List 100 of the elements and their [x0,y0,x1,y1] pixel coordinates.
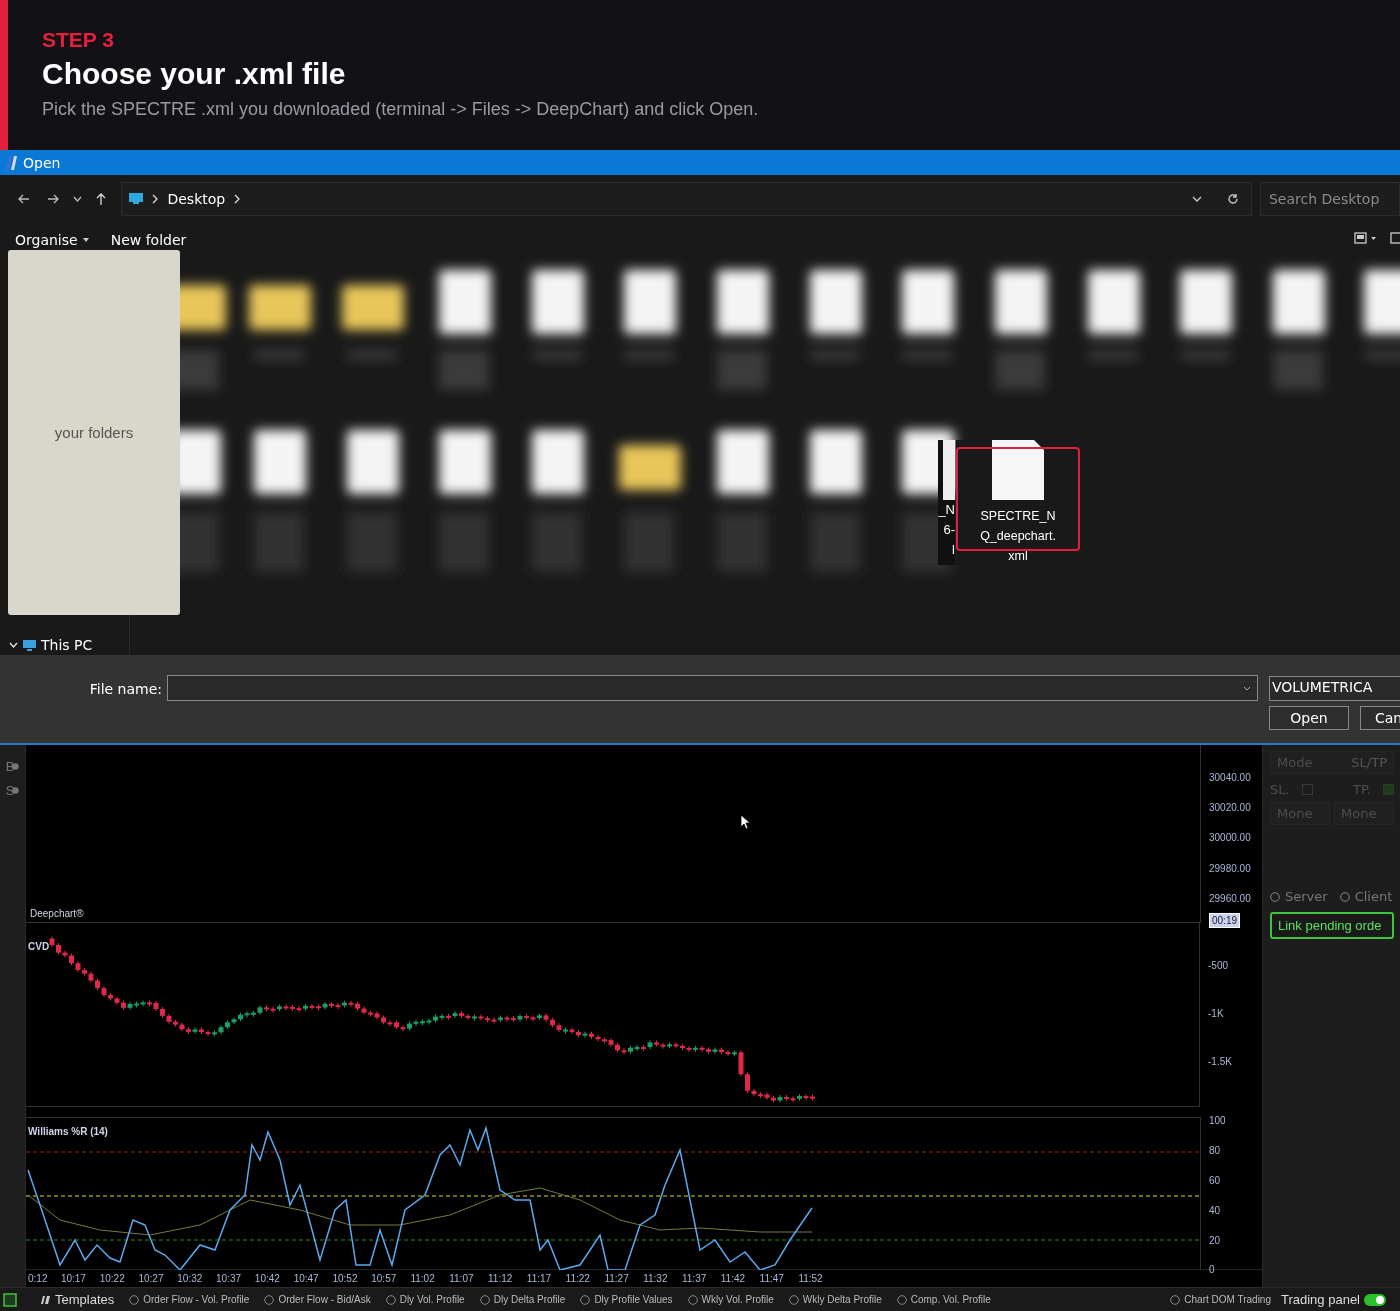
axis-label: 10:17 [59,1273,87,1285]
radio-button[interactable] [479,1294,490,1305]
axis-label: 30040.00 [1209,771,1251,783]
expand-caret-icon[interactable] [9,642,18,648]
file-label: 6- [943,521,955,539]
search-field[interactable]: Search Desktop [1260,181,1400,216]
template-option[interactable]: Wkly Delta Profile [802,1294,882,1305]
axis-label: -1K [1208,1007,1224,1019]
axis-label: 11:07 [448,1273,475,1285]
templates-icon [39,1295,51,1304]
toolbar-button[interactable]: New folder [101,230,196,250]
axis-label: 10:57 [370,1273,398,1285]
axis-label: 11:47 [758,1273,785,1285]
tree-item[interactable]: This PC [41,637,93,653]
axis-label: -500 [1208,959,1228,971]
radio-button[interactable] [264,1294,275,1305]
axis-label: 10:22 [98,1273,126,1285]
chevron-icon [234,193,241,204]
dropdown-caret-icon[interactable] [1243,685,1251,691]
radio-button[interactable] [1339,891,1350,902]
mouse-cursor-icon [740,814,751,830]
axis-label: 30000.00 [1209,832,1251,844]
open-button[interactable]: Open [1269,706,1349,730]
radio-label: Client [1354,889,1393,904]
caret-icon[interactable] [72,195,82,202]
template-option[interactable]: Comp. Vol. Profile [910,1294,991,1305]
back-arrow-icon[interactable] [18,193,31,204]
template-option[interactable]: Wkly Vol. Profile [701,1294,774,1305]
file-type-dropdown[interactable]: VOLUMETRICA [1269,676,1400,701]
axis-label: 10:47 [292,1273,320,1285]
radio-button[interactable] [1170,1294,1181,1305]
radio-label[interactable]: Chart DOM Trading [1184,1294,1271,1305]
radio-label: Server [1285,889,1328,904]
checkbox[interactable] [1301,783,1313,795]
chart-label: Williams %R (14) [28,1126,108,1138]
window-title: Open [23,154,61,171]
note-overlay: your folders [8,250,180,615]
file-label: l [952,541,955,559]
axis-label: 10:42 [253,1273,281,1285]
axis-label: 11:12 [487,1273,514,1285]
axis-label: 0 [1209,1264,1215,1276]
radio-button[interactable] [580,1294,591,1305]
templates-button[interactable]: Templates [55,1292,115,1307]
toggle-switch[interactable] [1364,1293,1386,1306]
radio-button[interactable] [129,1294,140,1305]
file-name-field[interactable] [167,675,1258,701]
step-title: Choose your .xml file [42,57,346,91]
template-option[interactable]: Order Flow - Bid/Ask [278,1294,371,1305]
view-icon[interactable] [1354,232,1376,244]
axis-label: 0:12 [28,1273,49,1285]
radio-button[interactable] [385,1294,396,1305]
field-label: File name: [88,681,162,697]
axis-label: 11:42 [719,1273,747,1285]
computer-icon [23,639,36,651]
radio-button[interactable] [896,1294,907,1305]
axis-label: 80 [1209,1145,1221,1157]
tool-button[interactable]: B [5,757,20,775]
panel-icon[interactable] [3,1292,17,1307]
breadcrumb-item[interactable]: Desktop [167,190,226,207]
axis-label: 11:02 [409,1273,436,1285]
axis-label: 100 [1209,1115,1226,1127]
axis-label: 10:32 [176,1273,204,1285]
link-button[interactable]: Link pending orde [1270,912,1394,939]
axis-label: 11:27 [603,1273,630,1285]
document-icon [992,440,1044,500]
axis-label: 29980.00 [1209,862,1251,874]
chart-label: CVD [28,941,50,952]
axis-label: 30020.00 [1209,801,1251,813]
refresh-icon[interactable] [1227,192,1239,205]
axis-label: -1.5K [1208,1055,1232,1067]
step-description: Pick the SPECTRE .xml you downloaded (terminal -> Files -> DeepChart) and click Open. [42,100,759,120]
axis-label: 20 [1209,1234,1221,1246]
template-option[interactable]: Order Flow - Vol. Profile [143,1294,250,1305]
axis-label: 10:37 [215,1273,243,1285]
axis-label: 10:27 [137,1273,165,1285]
axis-label: 11:17 [525,1273,553,1285]
template-option[interactable]: Dly Delta Profile [493,1294,566,1305]
radio-button[interactable] [687,1294,698,1305]
document-icon [943,440,955,500]
up-arrow-icon[interactable] [96,192,107,205]
radio-button[interactable] [788,1294,799,1305]
checkbox[interactable] [1383,783,1394,795]
toggle-label: Trading panel [1281,1292,1360,1307]
radio-button[interactable] [1270,891,1280,902]
axis-label: 29960.00 [1209,892,1251,904]
forward-arrow-icon[interactable] [46,193,59,204]
address-bar[interactable]: Desktop [121,181,1252,216]
axis-label: 10:52 [331,1273,359,1285]
dropdown-caret-icon[interactable] [1192,195,1202,202]
time-badge: 00:19 [1209,913,1241,929]
app-icon [5,155,18,170]
axis-label: 40 [1209,1204,1221,1216]
template-option[interactable]: Dly Vol. Profile [399,1294,465,1305]
chevron-icon [152,193,159,204]
pane-icon[interactable] [1390,232,1400,244]
toolbar-button[interactable]: Organise [6,230,98,250]
template-option[interactable]: Dly Profile Values [594,1294,673,1305]
axis-label: 11:52 [797,1273,824,1285]
step-label: STEP 3 [42,28,114,52]
axis-label: 11:32 [642,1273,669,1285]
